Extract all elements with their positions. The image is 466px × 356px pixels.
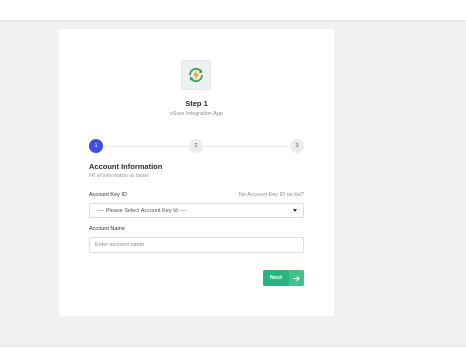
account-name-input[interactable] [89, 237, 304, 253]
app-name: vSure Integration App [170, 111, 223, 117]
lightning-sync-icon [189, 67, 203, 83]
section-subtitle: Fill all information as below [89, 173, 150, 179]
top-bar [0, 0, 466, 20]
next-button[interactable]: Next [263, 270, 304, 286]
arrow-right-icon [289, 270, 304, 286]
step-title: Step 1 [185, 99, 208, 108]
step-indicator-1[interactable]: 1 [89, 139, 103, 153]
account-name-label: Account Name [89, 226, 126, 232]
section-title: Account Information [89, 162, 163, 171]
step-indicator-3[interactable]: 3 [290, 139, 304, 153]
chevron-down-icon [293, 209, 297, 212]
wizard-card: Step 1 vSure Integration App 1 2 3 Accou… [59, 29, 334, 316]
account-key-label: Account Key ID [89, 192, 127, 198]
account-key-select[interactable]: ---- Please Select Account Key Id ---- [89, 203, 304, 218]
footer-bar [0, 346, 466, 356]
account-key-selected-value: ---- Please Select Account Key Id ---- [97, 207, 187, 214]
app-logo [181, 60, 211, 90]
next-button-label: Next [270, 275, 282, 281]
no-account-key-link[interactable]: No Account Key ID on list? [239, 192, 304, 198]
step-indicator-2[interactable]: 2 [189, 139, 203, 153]
